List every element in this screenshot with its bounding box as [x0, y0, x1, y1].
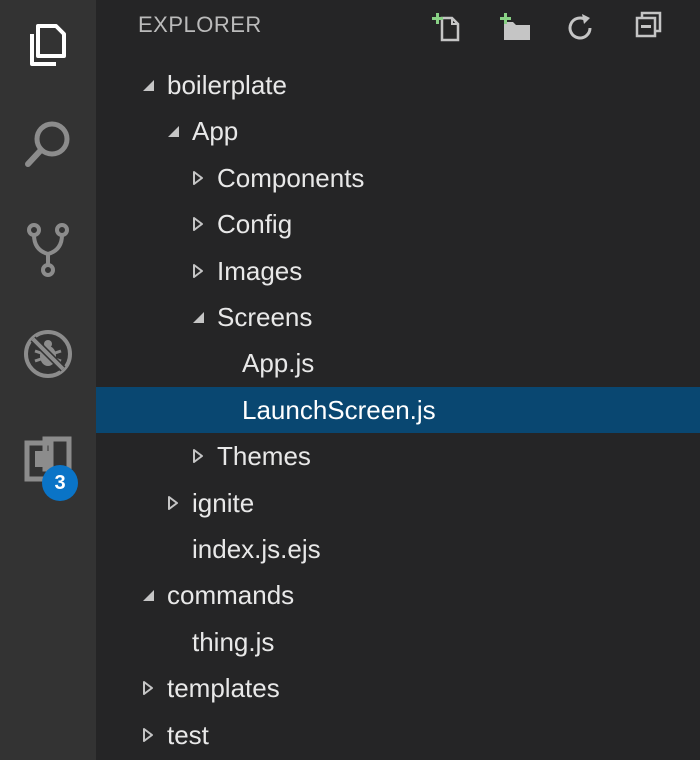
chevron-collapsed-icon[interactable]: [140, 680, 156, 696]
activity-source-control[interactable]: [0, 206, 96, 294]
chevron-collapsed-icon[interactable]: [190, 263, 206, 279]
tree-folder-test[interactable]: test: [96, 712, 700, 758]
new-folder-icon: [500, 13, 530, 40]
search-icon: [25, 121, 70, 167]
chevron-collapsed-icon[interactable]: [140, 727, 156, 743]
tree-item-label: boilerplate: [167, 70, 287, 100]
explorer-title: EXPLORER: [138, 12, 262, 37]
tree-item-label: test: [167, 719, 209, 750]
chevron-collapsed-icon[interactable]: [190, 216, 206, 232]
tree-file-app-js[interactable]: App.js: [96, 340, 700, 386]
tree-item-label: commands: [167, 580, 295, 611]
tree-file-launchscreen-js[interactable]: LaunchScreen.js: [96, 386, 700, 433]
tree-item-label: Config: [217, 209, 293, 240]
chevron-collapsed-icon[interactable]: [190, 170, 206, 186]
new-file-button[interactable]: [432, 10, 464, 42]
new-file-icon: [432, 13, 460, 42]
chevron-collapsed-icon[interactable]: [165, 495, 181, 511]
tree-item-label: Screens: [217, 302, 313, 332]
explorer-header: EXPLORER: [96, 0, 700, 56]
activity-explorer[interactable]: [0, 0, 96, 88]
tree-folder-templates[interactable]: templates: [96, 665, 700, 711]
tree-item-label: templates: [167, 673, 280, 704]
tree-folder-commands[interactable]: commands: [96, 572, 700, 618]
tree-file-index-js-ejs[interactable]: index.js.ejs: [96, 526, 700, 572]
activity-debug[interactable]: [0, 310, 96, 398]
tree-item-label: Images: [217, 255, 303, 286]
chevron-expanded-icon[interactable]: [165, 123, 181, 139]
chevron-expanded-icon[interactable]: [140, 587, 156, 603]
extensions-badge: 3: [42, 465, 78, 501]
explorer-icon: [30, 24, 66, 66]
tree-folder-boilerplate[interactable]: boilerplate: [96, 62, 700, 108]
tree-folder-themes[interactable]: Themes: [96, 433, 700, 479]
collapse-all-icon: [635, 11, 662, 38]
vscode-window: 3 EXPLORER boilerplate App Components Co…: [0, 0, 700, 760]
tree-item-label: thing.js: [192, 626, 275, 657]
tree-folder-images[interactable]: Images: [96, 248, 700, 294]
refresh-button[interactable]: [564, 10, 596, 42]
tree-item-label: App: [192, 116, 239, 147]
tree-item-label: LaunchScreen.js: [242, 394, 436, 425]
new-folder-button[interactable]: [500, 10, 532, 42]
tree-folder-components[interactable]: Components: [96, 155, 700, 201]
source-control-icon: [27, 223, 69, 277]
tree-folder-app[interactable]: App: [96, 108, 700, 154]
chevron-expanded-icon[interactable]: [140, 77, 156, 93]
tree-folder-config[interactable]: Config: [96, 201, 700, 247]
tree-folder-screens[interactable]: Screens: [96, 294, 700, 340]
explorer-sidebar: EXPLORER boilerplate App Components Conf…: [96, 0, 700, 760]
tree-item-label: ignite: [192, 487, 255, 518]
activity-bar: 3: [0, 0, 96, 760]
chevron-expanded-icon[interactable]: [190, 309, 206, 325]
tree-file-thing-js[interactable]: thing.js: [96, 619, 700, 665]
collapse-all-button[interactable]: [632, 10, 664, 42]
debug-icon: [24, 330, 72, 378]
activity-search[interactable]: [0, 100, 96, 188]
tree-item-label: index.js.ejs: [192, 534, 321, 564]
refresh-icon: [568, 14, 592, 40]
chevron-collapsed-icon[interactable]: [190, 448, 206, 464]
tree-item-label: Themes: [217, 441, 311, 472]
tree-item-label: App.js: [242, 348, 315, 379]
tree-item-label: Components: [217, 162, 365, 193]
tree-folder-ignite[interactable]: ignite: [96, 480, 700, 526]
